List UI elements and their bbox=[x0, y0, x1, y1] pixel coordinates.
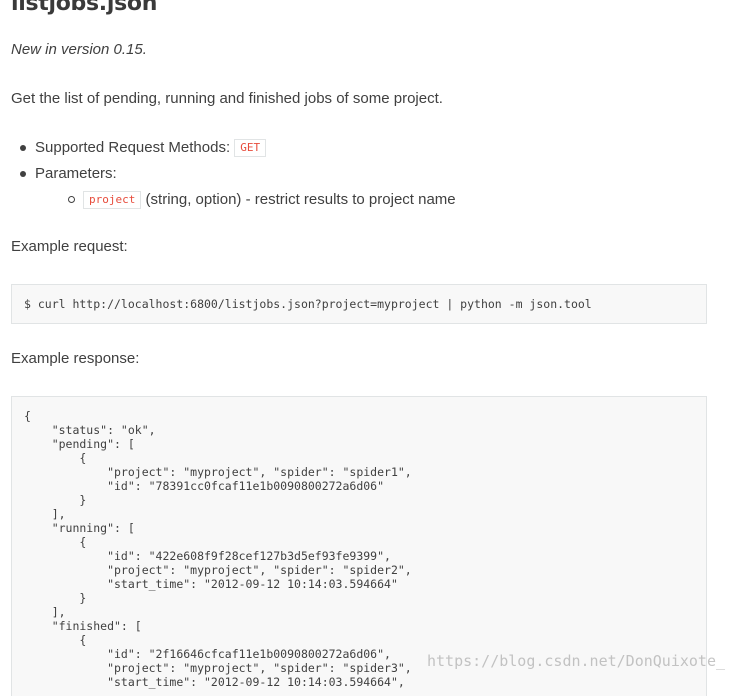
example-response-code-block: { "status": "ok", "pending": [ { "projec… bbox=[11, 396, 707, 696]
version-note: New in version 0.15. bbox=[11, 41, 147, 58]
methods-value: GET bbox=[234, 139, 267, 157]
example-request-code-block: $ curl http://localhost:6800/listjobs.js… bbox=[11, 284, 707, 324]
parameters-label: Parameters: bbox=[35, 165, 117, 182]
example-response-label: Example response: bbox=[11, 350, 140, 367]
parameters-list: project (string, option) - restrict resu… bbox=[35, 188, 456, 212]
description: Get the list of pending, running and fin… bbox=[11, 90, 443, 107]
info-list: Supported Request Methods: GET Parameter… bbox=[11, 136, 456, 212]
param-name: project bbox=[83, 191, 142, 209]
page-title: listjobs.json bbox=[11, 0, 158, 16]
list-item-parameters: Parameters: project (string, option) - r… bbox=[11, 162, 456, 212]
methods-label: Supported Request Methods: bbox=[35, 139, 231, 156]
list-item-methods: Supported Request Methods: GET bbox=[11, 136, 456, 160]
example-response-code: { "status": "ok", "pending": [ { "projec… bbox=[24, 409, 412, 689]
example-request-label: Example request: bbox=[11, 238, 128, 255]
example-request-code: $ curl http://localhost:6800/listjobs.js… bbox=[24, 297, 592, 311]
param-desc: (string, option) - restrict results to p… bbox=[145, 191, 456, 208]
list-item-project-param: project (string, option) - restrict resu… bbox=[59, 188, 456, 212]
